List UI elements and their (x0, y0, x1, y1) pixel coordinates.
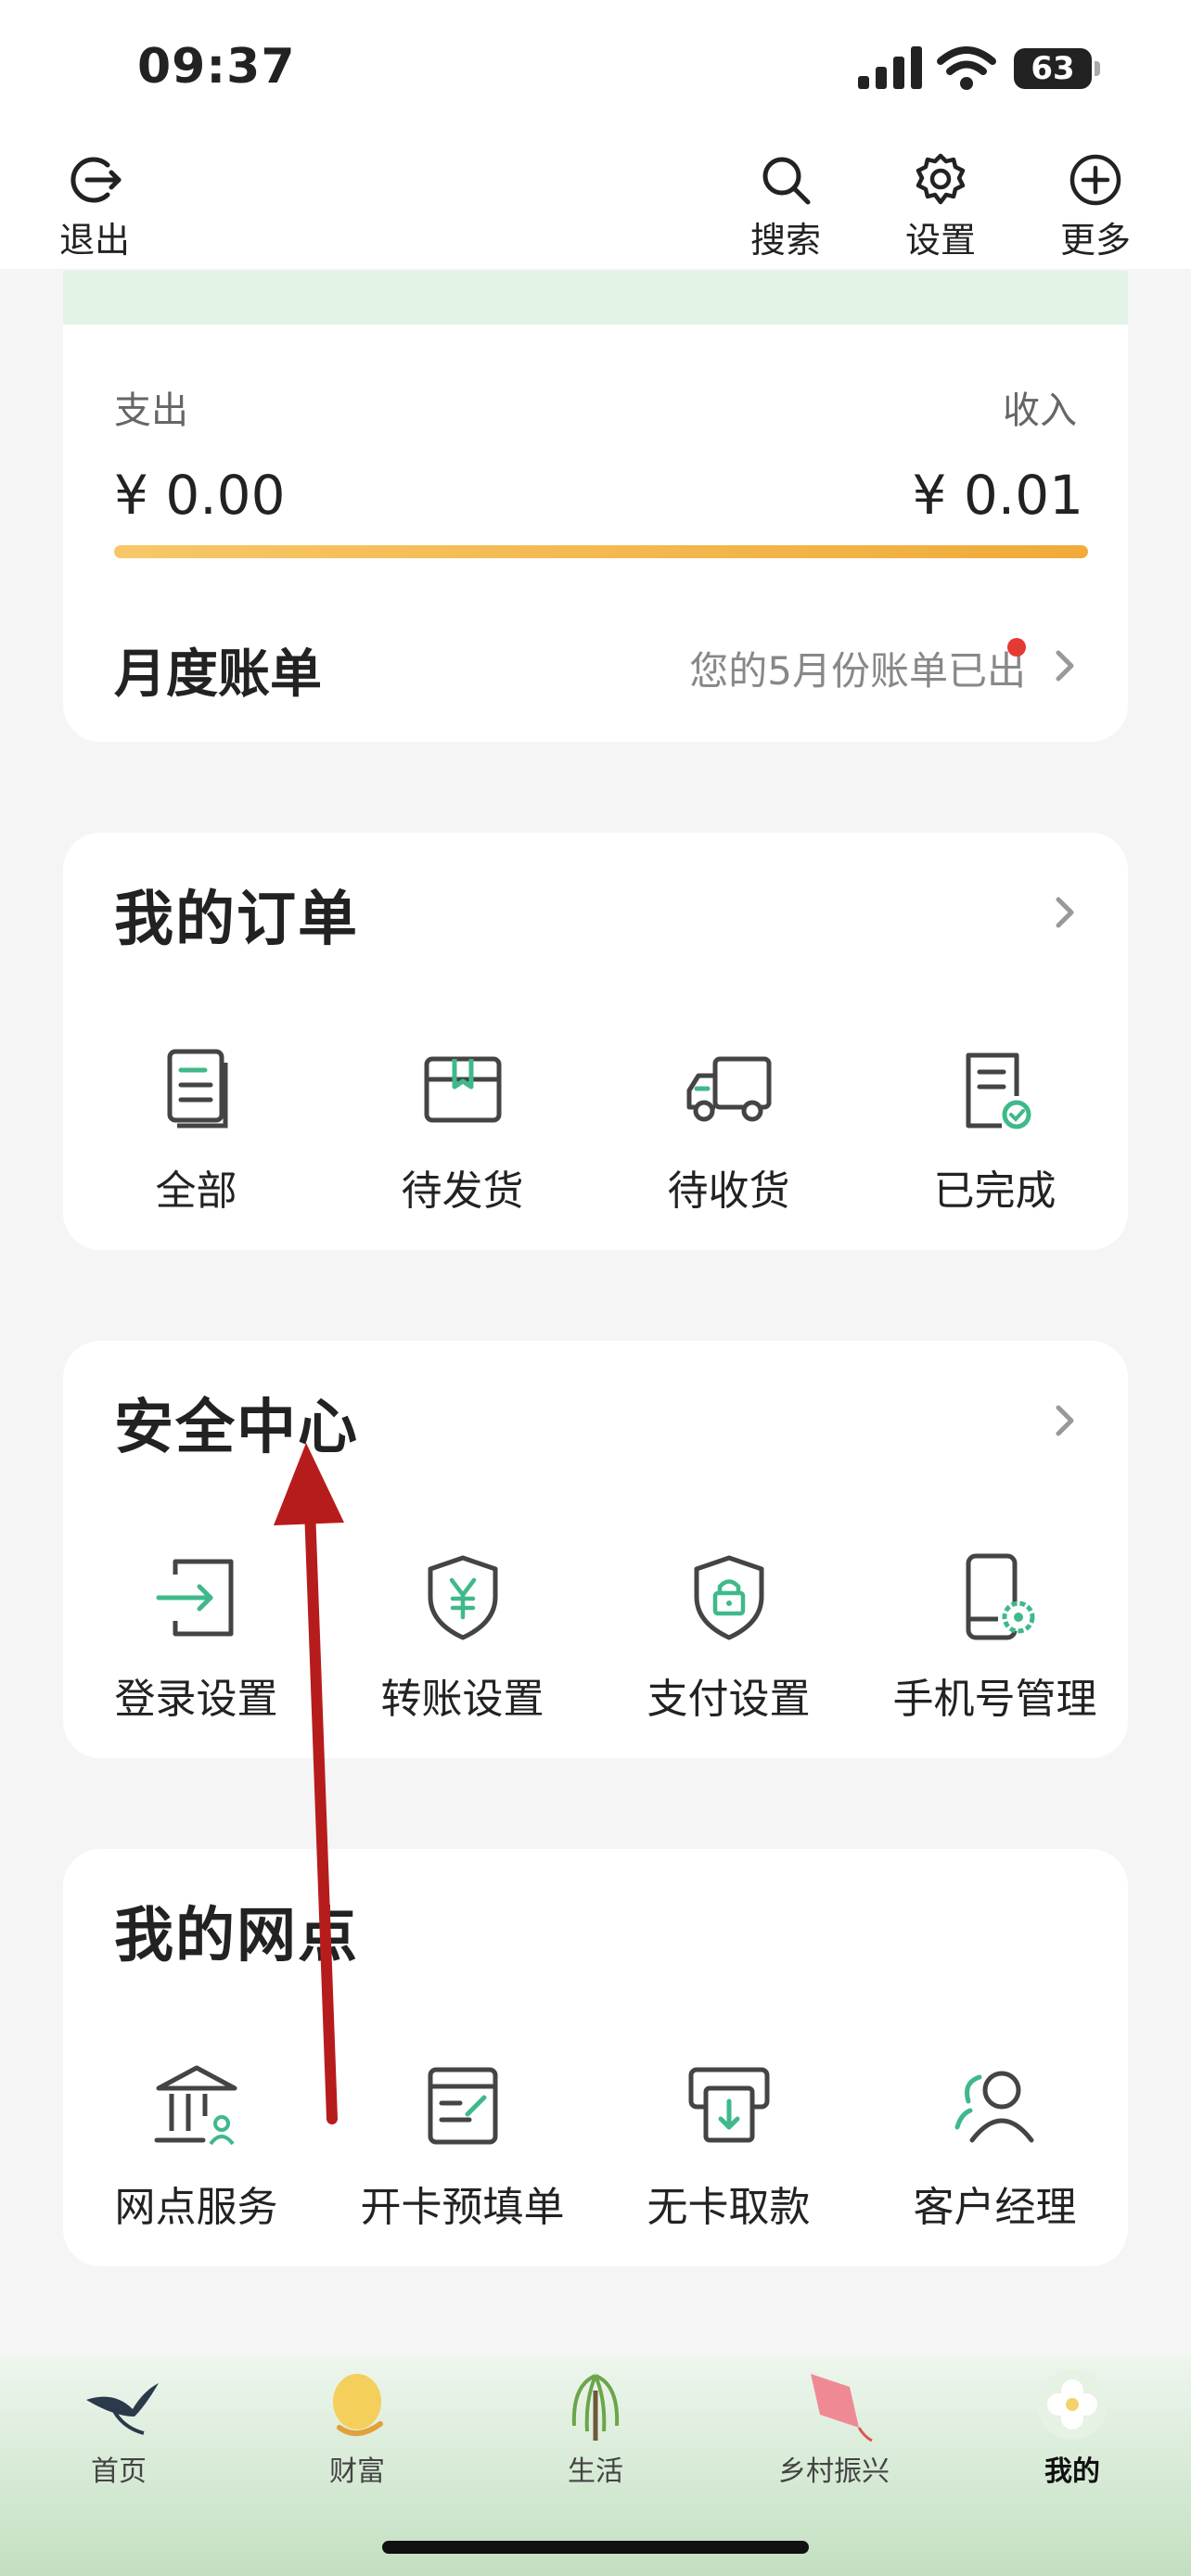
wealth-icon (333, 2374, 383, 2436)
atm-icon (688, 2067, 769, 2143)
monthly-bill-note: 您的5月份账单已出 (689, 648, 1026, 694)
form-icon (428, 2067, 497, 2145)
branch-grid: 网点服务 开卡预填单 无卡取款 客户经理 (63, 2055, 1128, 2233)
account-manager-label: 客户经理 (913, 2184, 1077, 2231)
flower-icon (1037, 2369, 1108, 2440)
search-label: 搜索 (749, 220, 821, 261)
tab-life-label: 生活 (568, 2455, 623, 2488)
branch-service-button[interactable]: 网点服务 (63, 2055, 329, 2233)
plus-circle-icon (1069, 154, 1121, 206)
kite-icon (811, 2374, 873, 2442)
chevron-right-icon[interactable] (1046, 894, 1083, 931)
branch-service-label: 网点服务 (114, 2184, 278, 2231)
package-icon (424, 1056, 501, 1123)
more-button[interactable]: 更多 (1040, 150, 1151, 262)
expense-amount: ¥ 0.00 (114, 464, 286, 527)
monthly-bill-title: 月度账单 (114, 644, 322, 705)
more-label: 更多 (1059, 220, 1131, 261)
phone-management-label: 手机号管理 (892, 1676, 1097, 1723)
document-icon (167, 1049, 227, 1129)
cardless-withdraw-label: 无卡取款 (647, 2184, 811, 2231)
account-manager-button[interactable]: 客户经理 (862, 2055, 1128, 2233)
top-nav: 退出 搜索 设置 更多 (0, 139, 1191, 269)
login-settings-label: 登录设置 (114, 1676, 278, 1723)
orders-grid: 全部 待发货 待收货 已完成 (63, 1039, 1128, 1217)
swallow-icon (86, 2383, 159, 2435)
orders-title[interactable]: 我的订单 (114, 872, 359, 957)
gear-icon (916, 153, 966, 205)
battery-indicator: 63 (1014, 48, 1100, 89)
my-branch-card: 我的网点 网点服务 开卡预填单 无卡取款 客户经理 (63, 1849, 1128, 2266)
order-all-label: 全部 (155, 1167, 237, 1215)
my-orders-card: 我的订单 全部 待发货 待收货 已完成 (63, 833, 1128, 1250)
security-title[interactable]: 安全中心 (114, 1380, 359, 1465)
willow-icon (571, 2374, 620, 2441)
card-prefill-label: 开卡预填单 (360, 2184, 565, 2231)
order-all-button[interactable]: 全部 (63, 1039, 329, 1217)
tab-home[interactable]: 首页 (26, 2363, 211, 2489)
settings-button[interactable]: 设置 (885, 150, 996, 262)
expense-label: 支出 (114, 389, 188, 432)
search-icon (762, 157, 811, 205)
settings-label: 设置 (904, 220, 976, 261)
home-indicator (382, 2541, 809, 2554)
transfer-settings-label: 转账设置 (380, 1676, 544, 1723)
status-time: 09:37 (137, 39, 296, 95)
balance-summary-card: 支出 收入 ¥ 0.00 ¥ 0.01 月度账单 您的5月份账单已出 (63, 271, 1128, 742)
phone-management-button[interactable]: 手机号管理 (862, 1547, 1128, 1725)
chevron-right-icon (1056, 650, 1074, 682)
payment-settings-button[interactable]: 支付设置 (596, 1547, 862, 1725)
tab-mine-label: 我的 (1044, 2455, 1100, 2488)
manager-icon (954, 2071, 1033, 2143)
security-center-card: 安全中心 登录设置 转账设置 支付设置 手机号管理 (63, 1341, 1128, 1758)
notification-dot (1007, 638, 1026, 657)
wifi-icon (937, 46, 996, 90)
branch-title: 我的网点 (114, 1902, 359, 1970)
tab-wealth[interactable]: 财富 (264, 2363, 450, 2489)
summary-banner (63, 271, 1128, 325)
exit-label: 退出 (58, 220, 130, 261)
order-pending-receive-label: 待收货 (667, 1167, 790, 1215)
order-pending-ship-label: 待发货 (401, 1167, 524, 1215)
tab-life[interactable]: 生活 (503, 2363, 688, 2489)
order-pending-receive-button[interactable]: 待收货 (596, 1039, 862, 1217)
tab-rural-label: 乡村振兴 (778, 2455, 890, 2488)
tab-mine[interactable]: 我的 (980, 2363, 1165, 2489)
status-bar: 09:37 63 (0, 0, 1191, 139)
cardless-withdraw-button[interactable]: 无卡取款 (596, 2055, 862, 2233)
tab-rural[interactable]: 乡村振兴 (741, 2363, 927, 2489)
order-pending-ship-button[interactable]: 待发货 (329, 1039, 596, 1217)
order-completed-button[interactable]: 已完成 (862, 1039, 1128, 1217)
exit-button[interactable]: 退出 (39, 150, 150, 262)
card-prefill-button[interactable]: 开卡预填单 (329, 2055, 596, 2233)
income-label: 收入 (1003, 389, 1077, 432)
phone-gear-icon (966, 1553, 1034, 1640)
exit-icon (70, 157, 122, 203)
income-expense-bar-fill (114, 545, 1088, 558)
income-amount: ¥ 0.01 (912, 464, 1083, 527)
bank-icon (154, 2065, 237, 2146)
search-button[interactable]: 搜索 (730, 150, 841, 262)
login-settings-button[interactable]: 登录设置 (63, 1547, 329, 1725)
lock-shield-icon (694, 1555, 763, 1640)
income-expense-bar (114, 545, 1088, 558)
payment-settings-label: 支付设置 (647, 1676, 811, 1723)
chevron-right-icon[interactable] (1046, 1402, 1083, 1439)
truck-icon (686, 1056, 771, 1122)
yuan-shield-icon (428, 1555, 497, 1640)
checked-document-icon (966, 1052, 1031, 1129)
login-icon (156, 1559, 233, 1637)
order-completed-label: 已完成 (933, 1167, 1057, 1215)
security-grid: 登录设置 转账设置 支付设置 手机号管理 (63, 1547, 1128, 1725)
tab-home-label: 首页 (91, 2455, 147, 2488)
cellular-signal-icon (858, 46, 922, 89)
tab-wealth-label: 财富 (329, 2455, 385, 2488)
transfer-settings-button[interactable]: 转账设置 (329, 1547, 596, 1725)
